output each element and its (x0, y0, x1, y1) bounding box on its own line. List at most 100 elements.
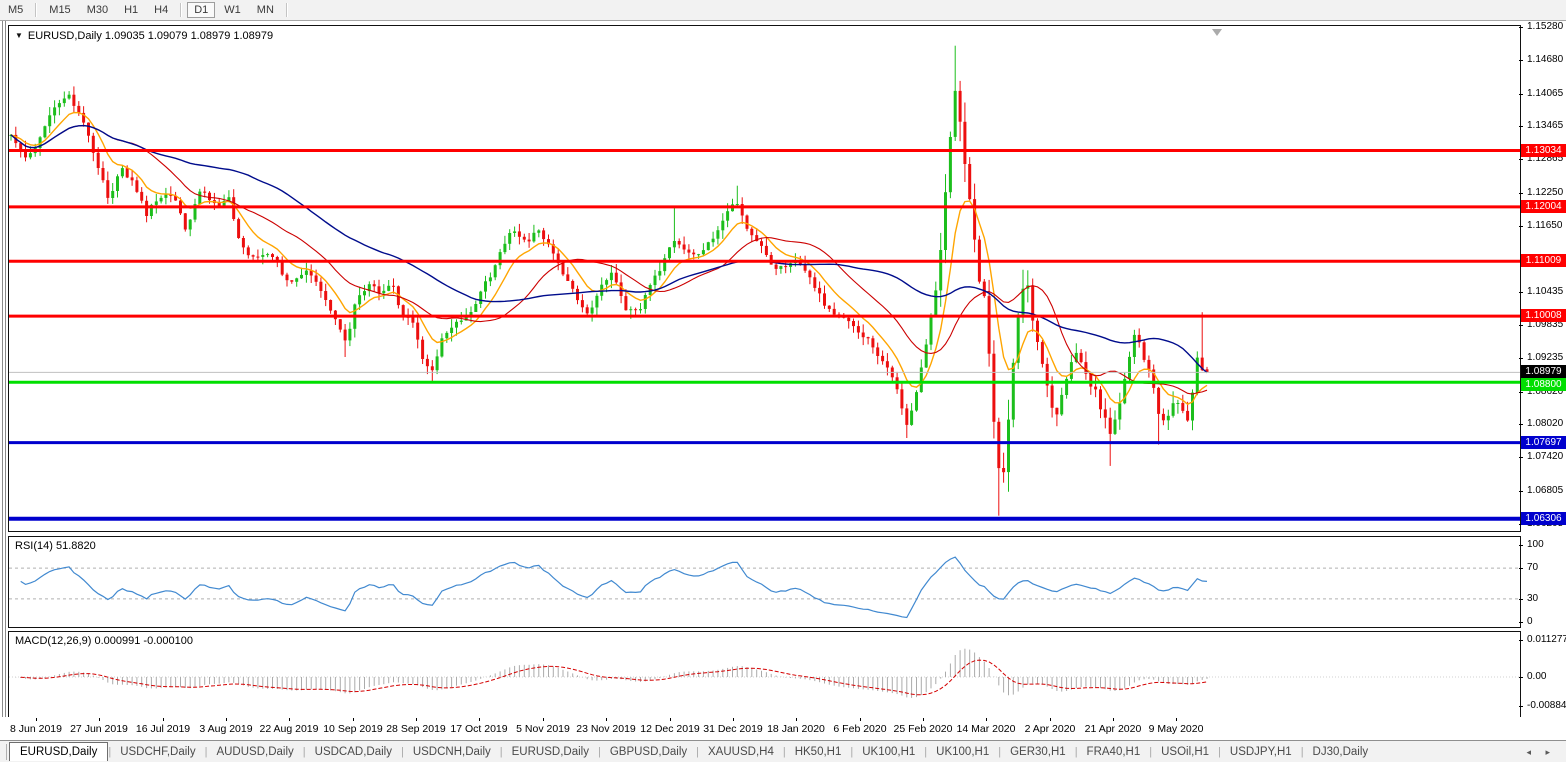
date-tick: 9 May 2020 (1149, 723, 1204, 735)
date-tick-mark (543, 718, 544, 721)
rsi-tick: 100 (1527, 539, 1544, 550)
symbol-dropdown-icon[interactable]: ▼ (15, 31, 23, 40)
tab-usoil-h1[interactable]: USOil,H1 (1152, 743, 1218, 761)
date-tick-mark (733, 718, 734, 721)
price-badge: 1.10008 (1521, 309, 1566, 322)
date-tick: 21 Apr 2020 (1085, 723, 1142, 735)
toolbar-separator (286, 3, 288, 17)
tab-eurusd-daily[interactable]: EURUSD,Daily (503, 743, 598, 761)
price-badge: 1.06306 (1521, 512, 1566, 525)
timeframe-m30[interactable]: M30 (80, 2, 115, 18)
price-tick: 1.14065 (1527, 88, 1563, 99)
date-tick: 8 Jun 2019 (10, 723, 62, 735)
date-tick: 27 Jun 2019 (70, 723, 128, 735)
tab-xauusd-h4[interactable]: XAUUSD,H4 (699, 743, 783, 761)
tab-uk100-h1[interactable]: UK100,H1 (853, 743, 924, 761)
price-tick: 1.15280 (1527, 21, 1563, 32)
date-tick-mark (353, 718, 354, 721)
rsi-tick-mark (1519, 622, 1523, 623)
tab-hk50-h1[interactable]: HK50,H1 (786, 743, 851, 761)
price-tick-mark (1519, 292, 1523, 293)
date-tick: 10 Sep 2019 (323, 723, 383, 735)
date-tick-mark (796, 718, 797, 721)
date-tick-mark (1176, 718, 1177, 721)
rsi-tick-mark (1519, 568, 1523, 569)
price-tick-mark (1519, 325, 1523, 326)
date-tick-mark (99, 718, 100, 721)
tab-uk100-h1[interactable]: UK100,H1 (927, 743, 998, 761)
price-tick-mark (1519, 424, 1523, 425)
price-tick-mark (1519, 226, 1523, 227)
timeframe-h4[interactable]: H4 (147, 2, 175, 18)
macd-tick: -0.008845 (1527, 700, 1566, 711)
timeframe-m15[interactable]: M15 (42, 2, 77, 18)
rsi-canvas (9, 537, 1520, 627)
date-tick: 5 Nov 2019 (516, 723, 570, 735)
price-badge: 1.12004 (1521, 200, 1566, 213)
date-tick: 3 Aug 2019 (199, 723, 252, 735)
tab-usdcnh-daily[interactable]: USDCNH,Daily (404, 743, 500, 761)
tab-audusd-daily[interactable]: AUDUSD,Daily (207, 743, 302, 761)
price-tick-mark (1519, 392, 1523, 393)
tab-fra40-h1[interactable]: FRA40,H1 (1078, 743, 1150, 761)
price-tick-mark (1519, 27, 1523, 28)
rsi-tick-mark (1519, 545, 1523, 546)
date-tick: 12 Dec 2019 (640, 723, 700, 735)
rsi-tick-mark (1519, 599, 1523, 600)
date-tick: 28 Sep 2019 (386, 723, 446, 735)
window-edge-line2 (5, 21, 6, 740)
price-pane[interactable]: ▼EURUSD,Daily 1.09035 1.09079 1.08979 1.… (8, 25, 1521, 532)
timeframe-w1[interactable]: W1 (217, 2, 248, 18)
date-tick: 2 Apr 2020 (1025, 723, 1076, 735)
date-tick: 22 Aug 2019 (260, 723, 319, 735)
timeframe-mn[interactable]: MN (250, 2, 281, 18)
tab-usdchf-daily[interactable]: USDCHF,Daily (111, 743, 204, 761)
toolbar-separator (35, 3, 37, 17)
date-tick-mark (670, 718, 671, 721)
date-tick: 31 Dec 2019 (703, 723, 763, 735)
tab-eurusd-daily[interactable]: EURUSD,Daily (9, 742, 108, 761)
tab-gbpusd-daily[interactable]: GBPUSD,Daily (601, 743, 696, 761)
rsi-tick: 70 (1527, 562, 1538, 573)
macd-pane[interactable]: MACD(12,26,9) 0.000991 -0.000100 (8, 631, 1521, 718)
price-canvas (9, 26, 1520, 531)
price-tick-mark (1519, 193, 1523, 194)
price-tick: 1.10435 (1527, 286, 1563, 297)
timeframe-h1[interactable]: H1 (117, 2, 145, 18)
time-axis[interactable]: 8 Jun 201927 Jun 201916 Jul 20193 Aug 20… (0, 717, 1521, 740)
price-axis[interactable]: 1.152801.146801.140651.134651.128651.122… (1521, 21, 1566, 718)
date-tick-mark (860, 718, 861, 721)
tab-usdcad-daily[interactable]: USDCAD,Daily (306, 743, 401, 761)
date-tick: 14 Mar 2020 (957, 723, 1016, 735)
price-tick: 1.06805 (1527, 485, 1563, 496)
tab-usdjpy-h1[interactable]: USDJPY,H1 (1221, 743, 1301, 761)
macd-tick-mark (1519, 640, 1523, 641)
macd-tick-mark (1519, 677, 1523, 678)
tab-dj30-daily[interactable]: DJ30,Daily (1304, 743, 1378, 761)
tab-ger30-h1[interactable]: GER30,H1 (1001, 743, 1075, 761)
price-badge: 1.08979 (1521, 365, 1566, 378)
price-tick-mark (1519, 60, 1523, 61)
price-tick-mark (1519, 126, 1523, 127)
date-tick-mark (416, 718, 417, 721)
macd-label: MACD(12,26,9) 0.000991 -0.000100 (15, 635, 193, 647)
rsi-label: RSI(14) 51.8820 (15, 540, 96, 552)
price-tick-mark (1519, 94, 1523, 95)
timeframe-d1[interactable]: D1 (187, 2, 215, 18)
date-tick-mark (226, 718, 227, 721)
tab-scroll-arrows[interactable]: ◂ ▸ (1526, 747, 1556, 758)
date-tick-mark (606, 718, 607, 721)
rsi-pane[interactable]: RSI(14) 51.8820 (8, 536, 1521, 628)
date-tick: 6 Feb 2020 (833, 723, 886, 735)
price-tick-mark (1519, 491, 1523, 492)
date-tick: 18 Jan 2020 (767, 723, 825, 735)
date-tick-mark (163, 718, 164, 721)
symbol-info: ▼EURUSD,Daily 1.09035 1.09079 1.08979 1.… (15, 30, 273, 42)
macd-canvas (9, 632, 1520, 717)
macd-tick-mark (1519, 706, 1523, 707)
price-tick-mark (1519, 159, 1523, 160)
timeframe-m5[interactable]: M5 (1, 2, 30, 18)
price-badge: 1.13034 (1521, 144, 1566, 157)
price-tick: 1.14680 (1527, 54, 1563, 65)
price-tick: 1.13465 (1527, 120, 1563, 131)
